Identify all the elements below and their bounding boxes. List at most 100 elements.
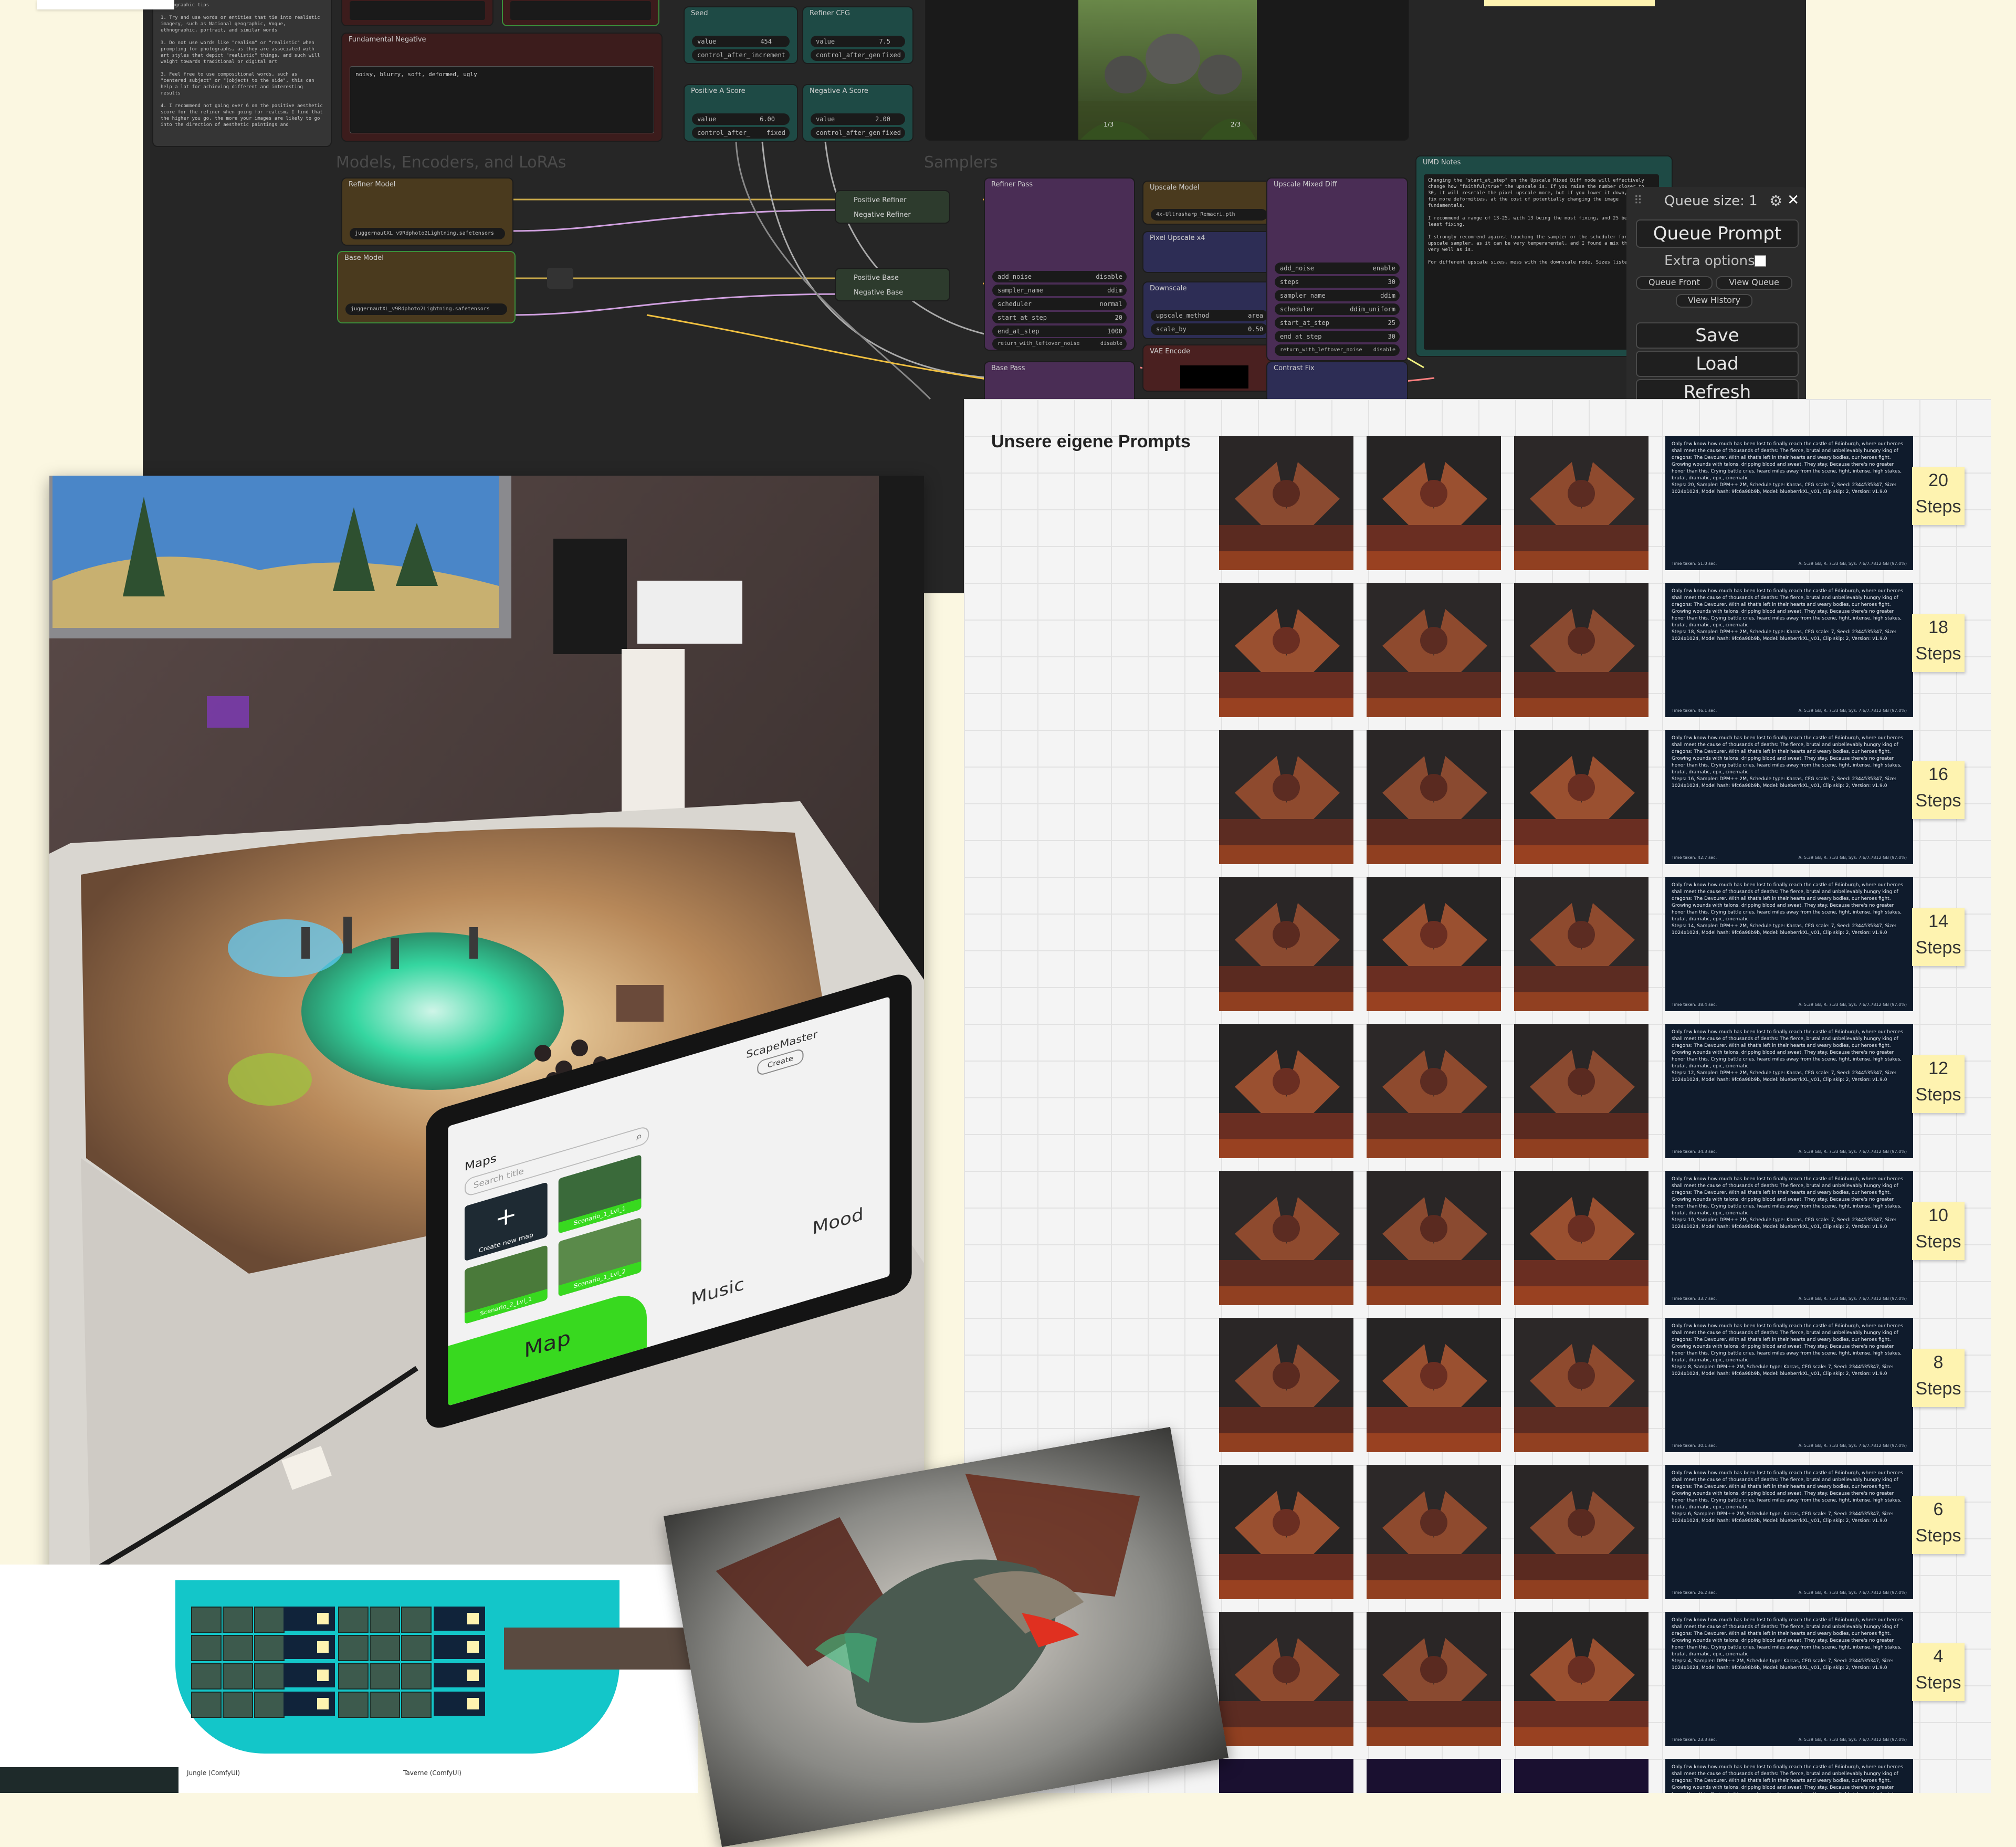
downscale-widget[interactable]: upscale_method area	[1151, 310, 1267, 321]
sampler-widget[interactable]: end_at_step 1000	[992, 326, 1127, 337]
dragon-thumbnail[interactable]	[1514, 1612, 1648, 1746]
sticky-note[interactable]	[467, 1670, 479, 1681]
jungle-thumbnail[interactable]	[401, 1635, 432, 1661]
upscale-model-widget[interactable]: 4x-Ultrasharp_Remacri.pth	[1151, 209, 1267, 221]
gear-icon[interactable]: ⚙	[1769, 192, 1782, 209]
steps-sticky-note[interactable]: 8 Steps	[1912, 1349, 1965, 1407]
jungle-thumbnail[interactable]	[401, 1607, 432, 1633]
dragon-thumbnail[interactable]	[1219, 877, 1353, 1011]
umd-widget[interactable]: return_with_leftover_noise disable	[1275, 344, 1400, 356]
upscale-model-node[interactable]: Upscale Model 4x-Ultrasharp_Remacri.pth	[1142, 181, 1276, 225]
jungle-thumbnail[interactable]	[191, 1692, 222, 1718]
jungle-thumbnail[interactable]	[223, 1607, 253, 1633]
sampler-widget[interactable]: scheduler normal	[992, 298, 1127, 310]
dragon-thumbnail[interactable]	[1219, 1171, 1353, 1305]
jungle-thumbnail[interactable]	[223, 1663, 253, 1689]
dragon-thumbnail[interactable]	[1514, 583, 1648, 717]
steps-sticky-note[interactable]: 6 Steps	[1912, 1496, 1965, 1554]
steps-sticky-note[interactable]: 10 Steps	[1912, 1202, 1965, 1260]
load-button[interactable]: Load	[1636, 351, 1799, 377]
dragon-thumbnail[interactable]	[1514, 1465, 1648, 1599]
queue-front-button[interactable]: Queue Front	[1636, 276, 1713, 290]
dragon-thumbnail[interactable]	[1514, 1759, 1648, 1793]
extra-options-checkbox[interactable]	[1755, 255, 1766, 267]
sticky-note[interactable]	[467, 1613, 479, 1624]
queue-prompt-button[interactable]: Queue Prompt	[1636, 219, 1799, 248]
refiner-pass-node[interactable]: Refiner Pass add_noise disable sampler_na…	[984, 177, 1135, 351]
dragon-thumbnail[interactable]	[1219, 1465, 1353, 1599]
jungle-thumbnail[interactable]	[370, 1607, 400, 1633]
sampler-widget[interactable]: sampler_name ddim	[992, 285, 1127, 296]
ckpt-name-widget[interactable]: juggernautXL_v9Rdphoto2Lightning.safeten…	[350, 228, 505, 239]
steps-sticky-note[interactable]: 4 Steps	[1912, 1643, 1965, 1701]
jungle-thumbnail[interactable]	[254, 1663, 285, 1689]
dragon-thumbnail[interactable]	[1514, 436, 1648, 570]
jungle-thumbnail[interactable]	[223, 1692, 253, 1718]
umd-widget[interactable]: end_at_step 30	[1275, 331, 1400, 342]
dragon-thumbnail[interactable]	[1219, 1759, 1353, 1793]
positive-refiner-node[interactable]: Positive Refiner Negative Refiner	[835, 190, 950, 224]
tab-music[interactable]: Music	[691, 1274, 744, 1309]
jungle-thumbnail[interactable]	[254, 1635, 285, 1661]
sticky-note[interactable]	[317, 1641, 329, 1653]
dragon-thumbnail[interactable]	[1219, 1024, 1353, 1158]
jungle-thumbnail[interactable]	[370, 1663, 400, 1689]
jungle-thumbnail[interactable]	[191, 1635, 222, 1661]
jungle-thumbnail[interactable]	[338, 1607, 369, 1633]
jungle-thumbnail[interactable]	[338, 1663, 369, 1689]
jungle-thumbnail[interactable]	[223, 1635, 253, 1661]
umd-widget[interactable]: start_at_step 25	[1275, 317, 1400, 329]
dragon-thumbnail[interactable]	[1514, 1171, 1648, 1305]
drag-handle-icon[interactable]: ⠿	[1634, 194, 1642, 207]
downscale-widget[interactable]: scale_by 0.50	[1151, 323, 1267, 335]
refiner-model-node[interactable]: Refiner Model juggernautXL_v9Rdphoto2Lig…	[341, 177, 513, 246]
vae-encode-node[interactable]: VAE Encode	[1142, 344, 1276, 392]
jungle-thumbnail[interactable]	[254, 1607, 285, 1633]
view-history-button[interactable]: View History	[1676, 294, 1752, 308]
pixel-upscale-node[interactable]: Pixel Upscale x4	[1142, 231, 1276, 273]
dragon-thumbnail[interactable]	[1367, 877, 1501, 1011]
dragon-thumbnail[interactable]	[1219, 583, 1353, 717]
jungle-thumbnail[interactable]	[370, 1692, 400, 1718]
close-icon[interactable]: ✕	[1787, 191, 1799, 208]
dragon-thumbnail[interactable]	[1219, 436, 1353, 570]
steps-sticky-note[interactable]: 20 Steps	[1912, 467, 1965, 525]
umd-widget[interactable]: steps 30	[1275, 276, 1400, 288]
dragon-thumbnail[interactable]	[1367, 730, 1501, 864]
contrast-fix-node[interactable]: Contrast Fix	[1266, 361, 1408, 403]
dragon-thumbnail[interactable]	[1514, 1024, 1648, 1158]
jungle-thumbnail[interactable]	[191, 1607, 222, 1633]
base-model-node[interactable]: Base Model juggernautXL_v9Rdphoto2Lightn…	[337, 251, 516, 323]
sticky-note[interactable]	[317, 1613, 329, 1624]
dragon-thumbnail[interactable]	[1219, 1318, 1353, 1452]
dragon-thumbnail[interactable]	[1367, 436, 1501, 570]
save-button[interactable]: Save	[1636, 322, 1799, 349]
umd-widget[interactable]: add_noise enable	[1275, 263, 1400, 274]
umd-widget[interactable]: sampler_name ddim	[1275, 290, 1400, 301]
jungle-thumbnail[interactable]	[401, 1663, 432, 1689]
jungle-thumbnail[interactable]	[338, 1692, 369, 1718]
steps-sticky-note[interactable]: 16 Steps	[1912, 761, 1965, 819]
reroute-node[interactable]	[547, 268, 573, 289]
dragon-thumbnail[interactable]	[1514, 877, 1648, 1011]
jungle-thumbnail[interactable]	[370, 1635, 400, 1661]
steps-sticky-note[interactable]: 14 Steps	[1912, 908, 1965, 966]
umd-widget[interactable]: scheduler ddim_uniform	[1275, 303, 1400, 315]
upscale-mixed-diff-node[interactable]: Upscale Mixed Diff add_noise enable steps…	[1266, 177, 1408, 361]
sticky-note[interactable]	[317, 1698, 329, 1709]
dragon-thumbnail[interactable]	[1367, 1318, 1501, 1452]
dragon-thumbnail[interactable]	[1514, 1318, 1648, 1452]
dragon-thumbnail[interactable]	[1367, 1465, 1501, 1599]
dragon-thumbnail[interactable]	[1514, 730, 1648, 864]
dragon-thumbnail[interactable]	[1367, 1759, 1501, 1793]
ckpt-name-widget[interactable]: juggernautXL_v9Rdphoto2Lightning.safeten…	[345, 303, 507, 315]
steps-sticky-note[interactable]: 12 Steps	[1912, 1055, 1965, 1113]
jungle-thumbnail[interactable]	[254, 1692, 285, 1718]
steps-sticky-note[interactable]: 18 Steps	[1912, 614, 1965, 672]
tab-mood[interactable]: Mood	[812, 1204, 863, 1239]
sticky-note[interactable]	[467, 1698, 479, 1709]
umd-notes-textarea[interactable]: Changing the "start_at_step" on the Upsc…	[1424, 174, 1659, 350]
jungle-thumbnail[interactable]	[401, 1692, 432, 1718]
sampler-widget[interactable]: add_noise disable	[992, 271, 1127, 282]
dragon-thumbnail[interactable]	[1367, 1024, 1501, 1158]
